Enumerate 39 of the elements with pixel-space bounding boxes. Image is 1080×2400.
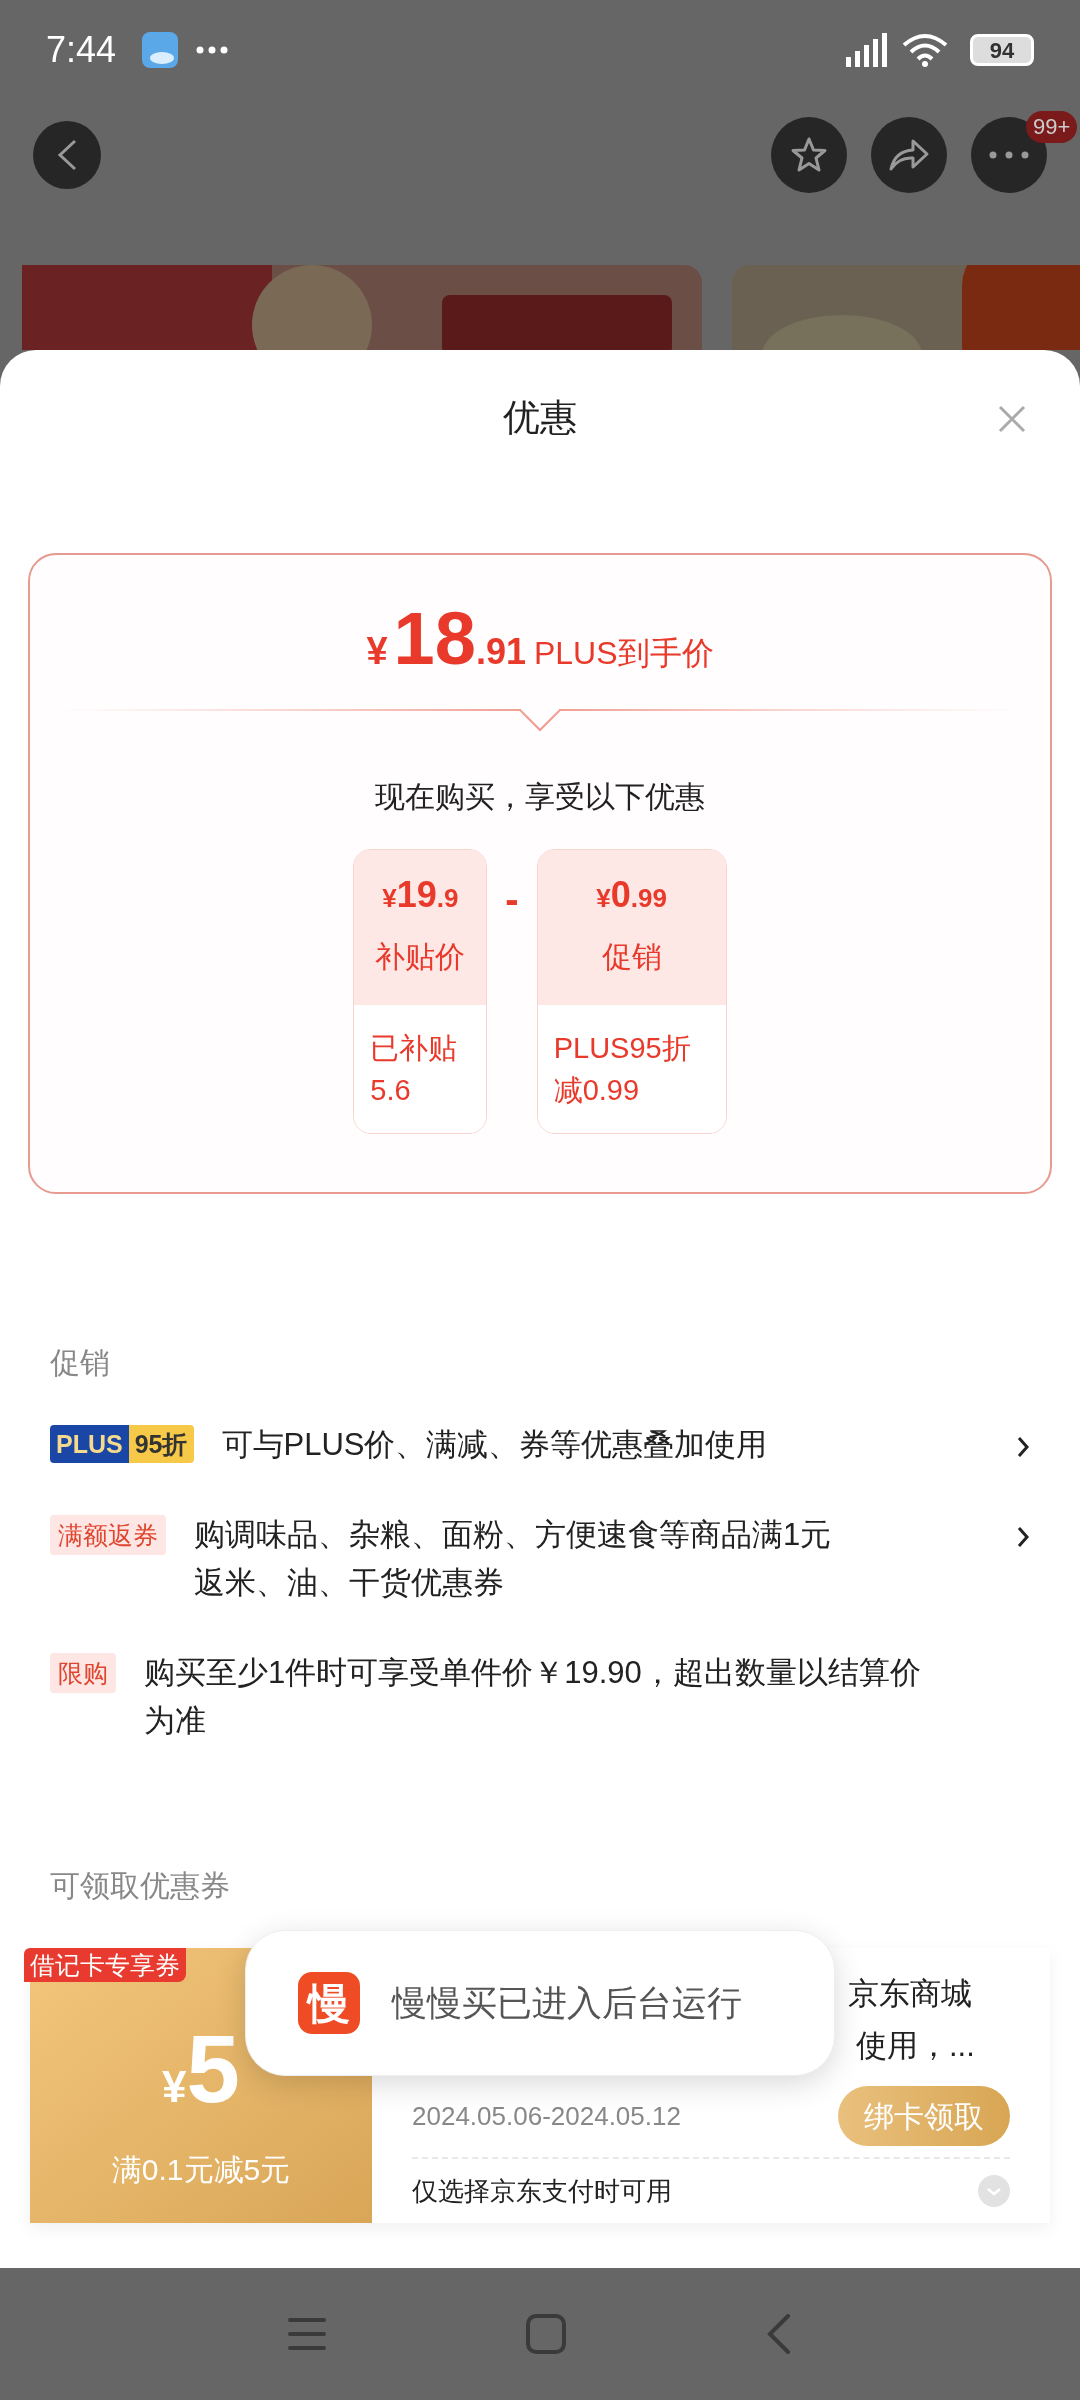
chevron-right-icon[interactable] bbox=[1016, 1525, 1030, 1549]
coupon-dates: 2024.05.06-2024.05.12 bbox=[412, 2099, 681, 2133]
app-icon: 慢 bbox=[298, 1972, 360, 2034]
minus-sign: - bbox=[505, 878, 519, 919]
benefits-subtitle: 现在购买，享受以下优惠 bbox=[375, 778, 705, 815]
coupon-amount: ¥5 bbox=[162, 2019, 240, 2124]
discount-label: 补贴价 bbox=[375, 939, 466, 975]
coupon-ribbon: 借记卡专享券 bbox=[24, 1948, 186, 1982]
section-heading: 促销 bbox=[50, 1346, 110, 1379]
chevron-right-icon[interactable] bbox=[1016, 1435, 1030, 1459]
wifi-icon bbox=[902, 33, 948, 67]
bind-card-claim-button[interactable]: 绑卡领取 bbox=[838, 2086, 1010, 2146]
share-icon bbox=[887, 137, 931, 173]
section-heading: 可领取优惠券 bbox=[50, 1869, 230, 1902]
discount-label: 促销 bbox=[601, 939, 662, 975]
promo-tag: 满额返券 bbox=[50, 1515, 166, 1555]
chevron-left-icon bbox=[55, 138, 79, 172]
promo-text: 可与PLUS价、满减、券等优惠叠加使用 bbox=[221, 1426, 769, 1464]
final-price: ¥18.91 PLUS到手价 bbox=[366, 596, 714, 682]
coupon-description: 京东商城 bbox=[848, 1975, 972, 2013]
discount-amount: ¥19.9 bbox=[382, 875, 459, 917]
coupon-condition: 满0.1元减5元 bbox=[111, 2152, 291, 2188]
coupon-note: 仅选择京东支付时可用 bbox=[412, 2174, 672, 2208]
toast-message: 慢慢买已进入后台运行 bbox=[392, 1981, 742, 2024]
promo-tag: 限购 bbox=[50, 1653, 116, 1693]
more-notifications-icon bbox=[196, 46, 229, 54]
promo-text: 购买至少1件时可享受单件价￥19.90，超出数量以结算价为准 bbox=[144, 1654, 922, 1740]
notification-badge: 99+ bbox=[1026, 111, 1078, 143]
coupon-description: 使用，... bbox=[855, 2027, 975, 2065]
clock: 7:44 bbox=[46, 28, 117, 72]
battery-icon: 94 bbox=[970, 34, 1034, 66]
sheet-title: 优惠 bbox=[503, 395, 577, 440]
discount-note: 已补贴 5.6 bbox=[370, 1030, 459, 1108]
discount-note: PLUS95折 减0.99 bbox=[553, 1030, 692, 1108]
more-icon bbox=[989, 151, 1029, 159]
discount-amount: ¥0.99 bbox=[596, 875, 667, 917]
weather-app-icon bbox=[142, 32, 179, 68]
close-icon[interactable] bbox=[998, 405, 1026, 433]
promo-text: 购调味品、杂粮、面粉、方便速食等商品满1元返米、油、干货优惠券 bbox=[194, 1516, 833, 1602]
